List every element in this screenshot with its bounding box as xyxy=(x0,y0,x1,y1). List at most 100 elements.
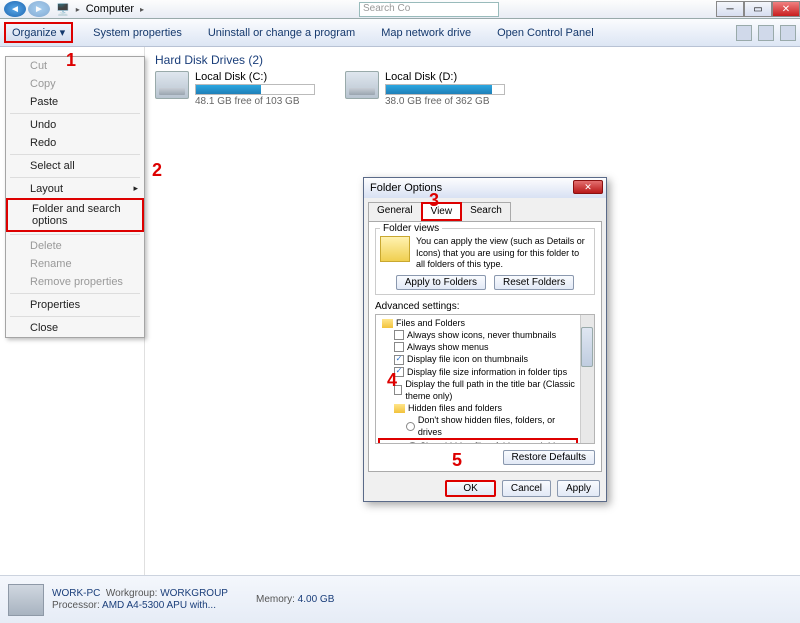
folder-icon xyxy=(380,236,410,262)
memory-value: 4.00 GB xyxy=(298,594,335,605)
dialog-tabs: GeneralViewSearch xyxy=(368,202,602,221)
menu-item-remove-properties: Remove properties xyxy=(6,273,144,291)
tree-item-label: Files and Folders xyxy=(396,317,465,329)
folder-icon xyxy=(394,404,405,413)
maximize-button[interactable]: ▭ xyxy=(744,1,772,17)
drive-usage-bar xyxy=(385,84,505,95)
folder-views-text: You can apply the view (such as Details … xyxy=(380,236,590,271)
map-network-drive-button[interactable]: Map network drive xyxy=(375,25,477,41)
search-input[interactable]: Search Co xyxy=(359,2,499,17)
tree-item[interactable]: Always show menus xyxy=(378,341,578,353)
computer-name: WORK-PC xyxy=(52,588,100,599)
folder-options-dialog: Folder Options ✕ GeneralViewSearch Folde… xyxy=(363,177,607,502)
tree-item[interactable]: Display the full path in the title bar (… xyxy=(378,378,578,402)
workgroup-value: WORKGROUP xyxy=(160,588,228,599)
organize-menu: CutCopyPasteUndoRedoSelect allLayoutFold… xyxy=(5,56,145,338)
advanced-settings-label: Advanced settings: xyxy=(375,301,595,312)
tree-item-label: Always show menus xyxy=(407,341,489,353)
help-icon[interactable] xyxy=(780,25,796,41)
details-pane: WORK-PC Workgroup: WORKGROUP Processor: … xyxy=(0,575,800,623)
open-control-panel-button[interactable]: Open Control Panel xyxy=(491,25,600,41)
uninstall-program-button[interactable]: Uninstall or change a program xyxy=(202,25,361,41)
apply-button[interactable]: Apply xyxy=(557,480,600,497)
tab-search[interactable]: Search xyxy=(461,202,511,221)
tree-item[interactable]: Show hidden files, folders, and drives xyxy=(378,438,578,444)
annotation-3: 3 xyxy=(429,190,439,211)
dialog-close-button[interactable]: ✕ xyxy=(573,180,603,194)
menu-item-layout[interactable]: Layout xyxy=(6,180,144,198)
drive-free-space: 48.1 GB free of 103 GB xyxy=(195,96,315,107)
drive-free-space: 38.0 GB free of 362 GB xyxy=(385,96,505,107)
reset-folders-button[interactable]: Reset Folders xyxy=(494,275,574,290)
radio[interactable] xyxy=(406,422,415,431)
scrollbar[interactable] xyxy=(580,315,594,443)
menu-item-redo[interactable]: Redo xyxy=(6,134,144,152)
drive-icon xyxy=(345,71,379,99)
apply-to-folders-button[interactable]: Apply to Folders xyxy=(396,275,486,290)
drive-name: Local Disk (C:) xyxy=(195,71,315,83)
cancel-button[interactable]: Cancel xyxy=(502,480,551,497)
menu-item-undo[interactable]: Undo xyxy=(6,116,144,134)
drive-item[interactable]: Local Disk (D:) 38.0 GB free of 362 GB xyxy=(345,71,505,107)
annotation-4: 4 xyxy=(387,370,397,391)
advanced-settings-tree[interactable]: Files and FoldersAlways show icons, neve… xyxy=(375,314,595,444)
folder-views-group: Folder views You can apply the view (suc… xyxy=(375,228,595,295)
drive-name: Local Disk (D:) xyxy=(385,71,505,83)
checkbox[interactable] xyxy=(394,342,404,352)
tab-view[interactable]: View xyxy=(421,202,463,221)
breadcrumb-item[interactable]: Computer xyxy=(86,3,134,15)
menu-item-copy: Copy xyxy=(6,75,144,93)
restore-defaults-button[interactable]: Restore Defaults xyxy=(503,450,595,465)
preview-pane-icon[interactable] xyxy=(758,25,774,41)
tree-item[interactable]: Always show icons, never thumbnails xyxy=(378,329,578,341)
close-button[interactable]: ✕ xyxy=(772,1,800,17)
tree-item[interactable]: Don't show hidden files, folders, or dri… xyxy=(378,414,578,438)
processor-value: AMD A4-5300 APU with... xyxy=(102,600,216,611)
breadcrumb[interactable]: 🖥️ Computer xyxy=(56,3,146,16)
menu-item-select-all[interactable]: Select all xyxy=(6,157,144,175)
processor-label: Processor: xyxy=(52,600,100,611)
menu-item-delete: Delete xyxy=(6,237,144,255)
tree-item-label: Hidden files and folders xyxy=(408,402,502,414)
section-header: Hard Disk Drives (2) xyxy=(155,53,790,67)
minimize-button[interactable]: ─ xyxy=(716,1,744,17)
menu-item-close[interactable]: Close xyxy=(6,319,144,337)
annotation-1: 1 xyxy=(66,50,76,71)
command-bar: Organize ▾ System properties Uninstall o… xyxy=(0,19,800,47)
drive-usage-bar xyxy=(195,84,315,95)
tree-item-label: Display the full path in the title bar (… xyxy=(405,378,578,402)
menu-item-properties[interactable]: Properties xyxy=(6,296,144,314)
workgroup-label: Workgroup: xyxy=(106,588,158,599)
chevron-down-icon: ▾ xyxy=(60,26,66,39)
computer-icon xyxy=(8,584,44,616)
ok-button[interactable]: OK xyxy=(445,480,495,497)
tree-item-label: Show hidden files, folders, and drives xyxy=(420,440,569,444)
organize-button[interactable]: Organize ▾ xyxy=(4,22,73,43)
tree-item[interactable]: Hidden files and folders xyxy=(378,402,578,414)
radio[interactable] xyxy=(408,442,417,444)
menu-item-paste[interactable]: Paste xyxy=(6,93,144,111)
drive-item[interactable]: Local Disk (C:) 48.1 GB free of 103 GB xyxy=(155,71,315,107)
tree-item-label: Always show icons, never thumbnails xyxy=(407,329,556,341)
tree-item-label: Display file size information in folder … xyxy=(407,366,567,378)
view-options-icon[interactable] xyxy=(736,25,752,41)
nav-forward-button[interactable]: ► xyxy=(28,1,50,17)
drive-icon xyxy=(155,71,189,99)
checkbox[interactable]: ✓ xyxy=(394,355,404,365)
computer-icon: 🖥️ xyxy=(56,3,70,16)
window-titlebar: ◄ ► 🖥️ Computer Search Co ─ ▭ ✕ xyxy=(0,0,800,19)
folder-icon xyxy=(382,319,393,328)
tree-item[interactable]: ✓Display file size information in folder… xyxy=(378,366,578,378)
tree-item-label: Don't show hidden files, folders, or dri… xyxy=(418,414,578,438)
system-properties-button[interactable]: System properties xyxy=(87,25,188,41)
dialog-titlebar: Folder Options ✕ xyxy=(364,178,606,198)
menu-item-folder-and-search-options[interactable]: Folder and search options xyxy=(6,198,144,232)
tree-item[interactable]: Files and Folders xyxy=(378,317,578,329)
tree-item-label: Display file icon on thumbnails xyxy=(407,353,528,365)
tab-general[interactable]: General xyxy=(368,202,422,221)
checkbox[interactable] xyxy=(394,330,404,340)
tree-item[interactable]: ✓Display file icon on thumbnails xyxy=(378,353,578,365)
annotation-2: 2 xyxy=(152,160,162,181)
memory-label: Memory: xyxy=(256,594,295,605)
nav-back-button[interactable]: ◄ xyxy=(4,1,26,17)
